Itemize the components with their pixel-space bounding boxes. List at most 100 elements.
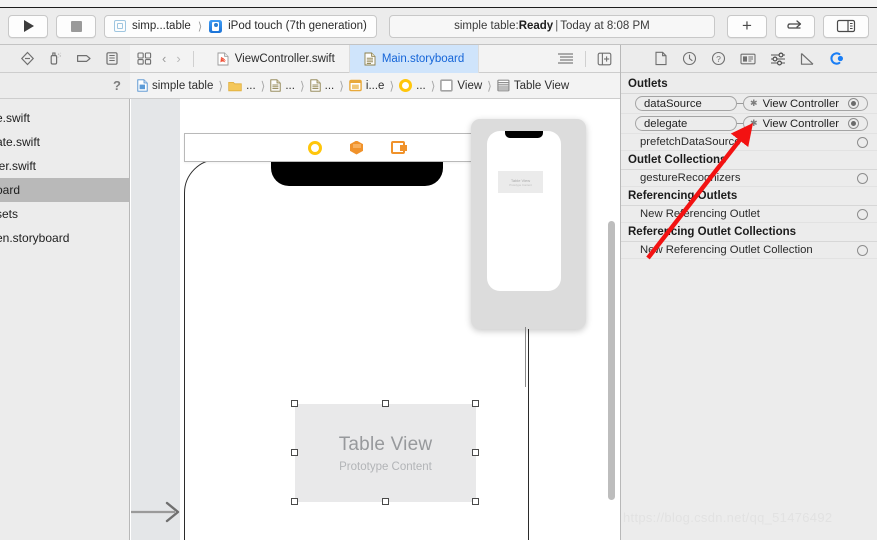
selection-handle-tm[interactable] [381,400,389,407]
selection-handle-br[interactable] [472,498,479,505]
first-responder-dock-icon[interactable] [350,140,363,155]
navigator-file-label: oard [0,183,21,197]
status-time: Today at 8:08 PM [560,20,650,32]
row-right-slot [857,172,868,184]
outlet-target-pill[interactable]: ✱ View Controller [743,96,868,111]
outlet-target-label: View Controller [762,97,839,110]
file-icon [309,79,321,92]
tab-label: Main.storyboard [381,52,465,65]
scene-icon [349,79,362,92]
adjust-editor-button[interactable] [775,14,815,38]
quick-help-inspector-icon[interactable]: ? [711,51,726,66]
connection-socket[interactable] [857,172,868,184]
selection-handle-tl[interactable] [291,400,298,407]
outlet-name-pill[interactable]: dataSource [635,96,737,111]
referencing-outlet-collection-label: New Referencing Outlet Collection [640,244,813,256]
debug-navigator-icon[interactable] [76,51,92,66]
navigator-file-label: ler.swift [0,159,37,173]
navigator-file-row-selected[interactable]: oard [0,178,129,202]
breadcrumb-item-folder[interactable]: ... [228,80,256,92]
navigator-filter-bar[interactable]: ? [0,73,130,99]
related-items-icon[interactable] [137,52,152,65]
inspector-content: Outlets dataSource ✱ View Controller del… [621,73,877,259]
interface-builder-canvas[interactable]: Table View Prototype Content Table View [131,99,620,540]
identity-inspector-icon[interactable] [739,52,756,66]
navigator-file-row[interactable]: sets [0,202,129,226]
canvas-vertical-scrollbar[interactable] [608,221,615,500]
jump-bar-left-controls: ‹ › [130,50,203,67]
tab-main-storyboard[interactable]: Main.storyboard [349,44,480,73]
attributes-inspector-icon[interactable] [770,52,786,66]
connection-socket[interactable] [848,118,859,129]
view-icon [440,79,454,92]
preview-table-view: Table View Prototype Content [498,171,543,193]
outlet-row-prefetchdatasource[interactable]: prefetchDataSource [621,134,877,151]
breadcrumb-item-scene[interactable]: i...e [349,79,384,92]
run-button[interactable] [8,14,48,38]
selection-handle-mr[interactable] [472,449,479,456]
size-inspector-icon[interactable] [800,52,815,66]
project-icon [114,20,126,32]
navigator-file-label: e.swift [0,111,31,125]
connection-socket[interactable] [848,98,859,109]
asterisk-icon: ✱ [750,98,758,108]
device-preview-screen: Table View Prototype Content [487,131,561,291]
selection-handle-tr[interactable] [472,400,479,407]
add-editor-button[interactable]: + [727,14,767,38]
outlet-row-datasource[interactable]: dataSource ✱ View Controller [621,94,877,114]
jump-bar-divider [192,50,194,67]
toggle-inspector-button[interactable] [823,14,869,38]
connection-socket[interactable] [857,244,868,256]
outlet-target-pill[interactable]: ✱ View Controller [743,116,868,131]
breadcrumb-separator-icon: ⟩ [218,78,224,93]
outlet-name-pill[interactable]: delegate [635,116,737,131]
back-button[interactable]: ‹ [162,51,166,66]
activity-status-bar[interactable]: simple table: Ready | Today at 8:08 PM [388,14,715,38]
document-outline-icon[interactable] [557,52,574,65]
referencing-outlet-row-new[interactable]: New Referencing Outlet [621,206,877,223]
referencing-outlet-collection-row-new[interactable]: New Referencing Outlet Collection [621,242,877,259]
project-navigator[interactable]: e.swift ate.swift ler.swift oard sets en… [0,99,130,540]
view-controller-dock-icon[interactable] [308,140,322,155]
breadcrumb-item-file-b[interactable]: ... [309,79,335,92]
play-icon [24,20,34,32]
breadcrumb-item-view-controller[interactable]: ... [399,79,426,92]
connection-socket[interactable] [857,136,868,148]
outlet-row-delegate[interactable]: delegate ✱ View Controller [621,114,877,134]
navigator-file-row[interactable]: e.swift [0,106,129,130]
connections-inspector-icon[interactable] [829,51,845,66]
preview-notch [505,131,543,138]
scheme-selector[interactable]: simp...table ⟩ iPod touch (7th generatio… [104,14,377,38]
forward-button[interactable]: › [176,51,180,66]
navigator-file-row[interactable]: ler.swift [0,154,129,178]
history-inspector-icon[interactable] [682,51,697,66]
storyboard-file-icon [364,52,376,65]
status-prefix: simple table: [454,20,519,32]
right-panel-icon [836,19,856,33]
device-preview-panel[interactable]: Table View Prototype Content [471,119,586,387]
navigator-file-row[interactable]: en.storyboard [0,226,129,250]
file-inspector-icon[interactable] [654,51,668,66]
table-view-element[interactable]: Table View Prototype Content [295,404,476,502]
breadcrumb-label: ... [324,79,335,92]
breakpoint-navigator-icon[interactable] [105,51,119,66]
test-navigator-icon[interactable] [48,51,63,66]
device-icon [209,19,223,33]
add-editor-panel-icon[interactable] [597,52,612,66]
breadcrumb-separator-icon: ⟩ [299,78,305,93]
exit-dock-icon[interactable] [391,141,407,154]
connection-socket[interactable] [857,208,868,220]
breadcrumb-item-view[interactable]: View [440,79,482,92]
breadcrumb-item-table-view[interactable]: Table View [497,79,569,92]
breadcrumb-item-file-a[interactable]: ... [270,79,295,92]
selection-handle-bl[interactable] [291,498,298,505]
breadcrumb-label: simple table [152,79,214,92]
breadcrumb-item-project[interactable]: simple table [137,79,213,92]
selection-handle-ml[interactable] [291,449,298,456]
outlet-collection-row-gesturerecognizers[interactable]: gestureRecognizers [621,170,877,187]
stop-button[interactable] [56,14,96,38]
selection-handle-bm[interactable] [381,498,389,505]
navigator-file-row[interactable]: ate.swift [0,130,129,154]
issue-navigator-icon[interactable] [20,51,35,66]
tab-view-controller-swift[interactable]: ViewController.swift [203,44,350,73]
